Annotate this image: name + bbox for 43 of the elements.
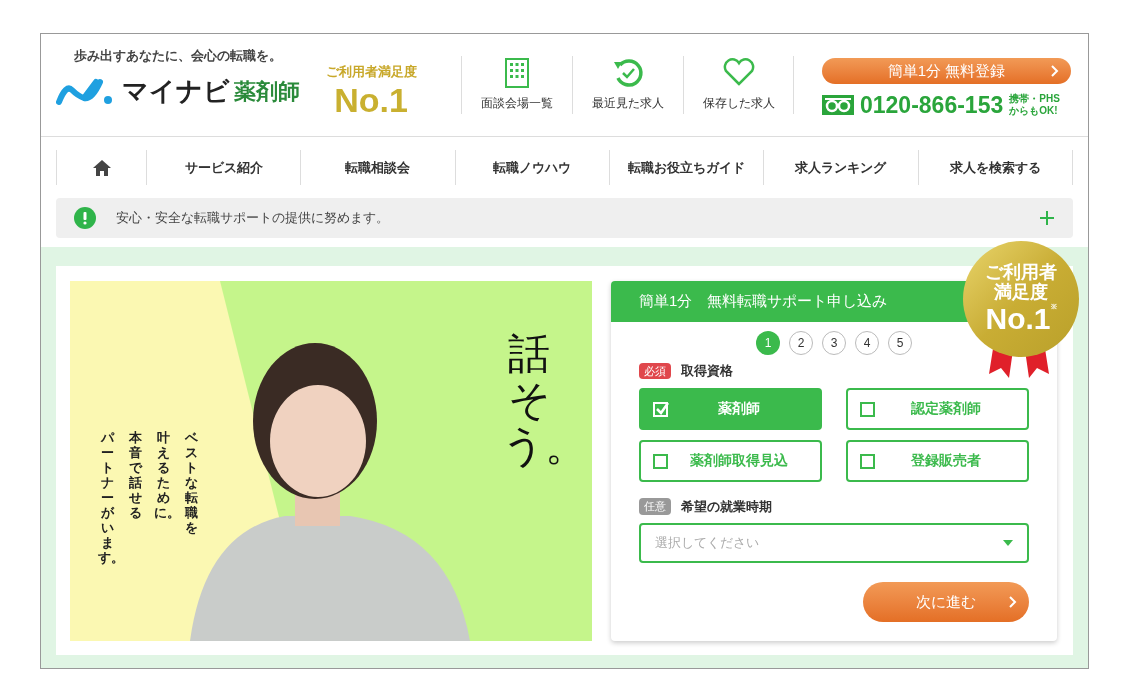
field-label: 取得資格	[681, 362, 733, 380]
badge-caption: ご利用者満足度	[325, 63, 417, 81]
phone-note: からもOK!	[1009, 105, 1059, 117]
building-icon	[505, 58, 529, 88]
step-indicator: 1	[756, 331, 780, 355]
logo-subtitle: 薬剤師	[234, 77, 300, 106]
notice-text: 安心・安全な転職サポートの提供に努めます。	[116, 209, 389, 228]
tagline: 歩み出すあなたに、会心の転職を。	[73, 47, 283, 65]
header-link[interactable]: 保存した求人	[683, 56, 794, 114]
chevron-right-icon	[1009, 596, 1017, 608]
nav-item[interactable]: 転職相談会	[301, 150, 456, 185]
free-dial-icon	[822, 95, 854, 115]
phone-note: 携帯・PHS	[1009, 93, 1060, 105]
header-link[interactable]: 面談会場一覧	[461, 56, 572, 114]
logo-text: マイナビ	[122, 74, 230, 108]
banner-copy: 叶えるために。	[154, 431, 173, 522]
checked-checkbox-icon	[653, 400, 669, 417]
history-check-icon	[612, 58, 644, 88]
header-link[interactable]: 最近見た求人	[572, 56, 683, 114]
exclamation-icon	[74, 207, 96, 229]
medal-text: 満足度	[994, 282, 1048, 302]
checkbox-icon	[860, 400, 876, 417]
chevron-right-icon	[1051, 65, 1059, 77]
badge-rank: No.1	[334, 81, 408, 118]
dropdown-caret-icon	[1003, 540, 1013, 546]
heart-icon	[722, 58, 755, 86]
nav-item[interactable]: 転職お役立ちガイド	[610, 150, 765, 185]
nav-item[interactable]: 求人ランキング	[764, 150, 919, 185]
required-tag: 必須	[639, 362, 671, 379]
nav-item[interactable]: 求人を検索する	[918, 150, 1073, 185]
banner-copy: パートナーがいます。	[98, 431, 117, 566]
headline: 話そう。	[502, 331, 557, 470]
home-icon	[92, 159, 111, 176]
optional-tag: 任意	[639, 498, 671, 515]
nav-item[interactable]: サービス紹介	[147, 150, 302, 185]
medal-text: ご利用者	[985, 262, 1057, 282]
banner-copy: 本音で話せる	[127, 431, 144, 522]
nav-item[interactable]: 転職ノウハウ	[455, 150, 610, 185]
phone-number: 0120-866-153	[860, 91, 1004, 119]
checkbox-icon	[860, 452, 876, 469]
field-label: 希望の就業時期	[681, 497, 772, 516]
banner-copy: ベストな転職を	[184, 431, 200, 537]
checkbox-icon	[653, 452, 669, 469]
